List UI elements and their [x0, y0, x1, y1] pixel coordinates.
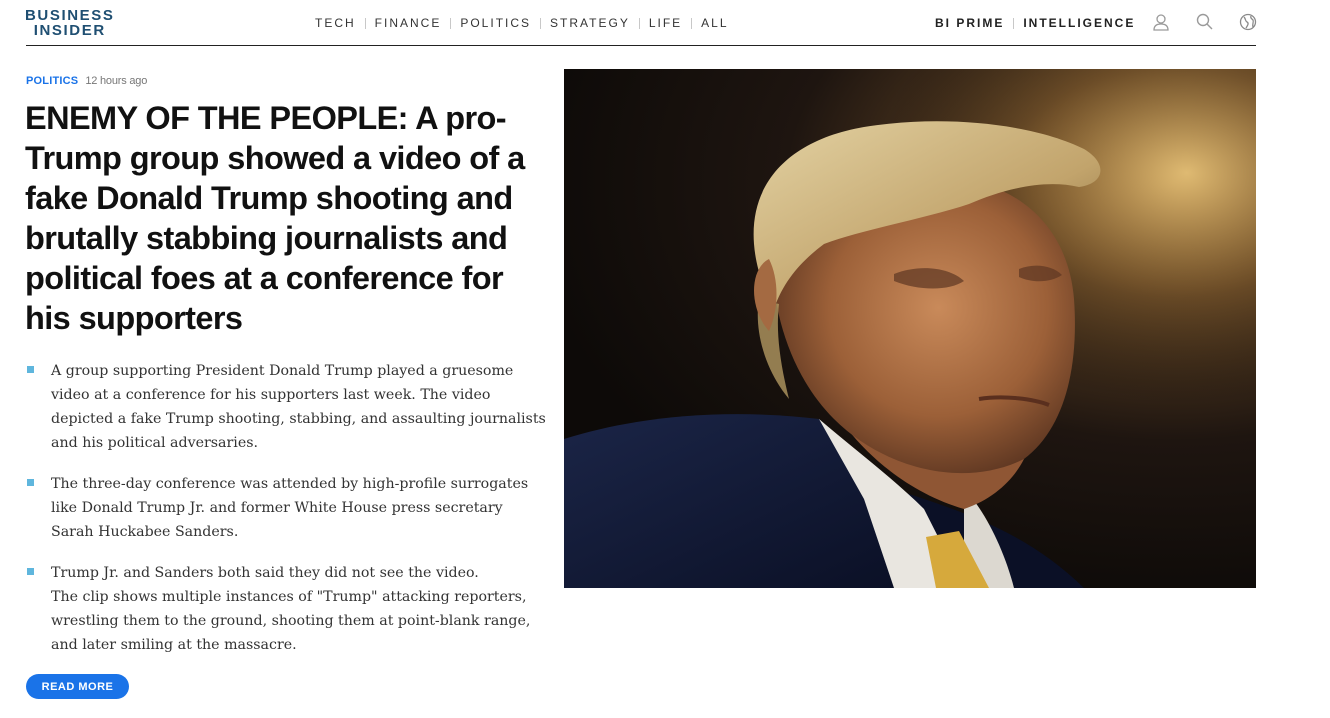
trump-portrait: [564, 69, 1256, 588]
nav-strategy[interactable]: STRATEGY: [550, 16, 630, 30]
site-header: BUSINESS INSIDER TECH FINANCE POLITICS S…: [0, 0, 1330, 47]
nav-divider: [540, 17, 542, 29]
bullet-marker: [27, 568, 34, 575]
category-label[interactable]: POLITICS: [26, 75, 78, 87]
bullet-marker: [27, 479, 34, 486]
nav-divider: [1013, 17, 1015, 29]
logo-line-1: BUSINESS: [25, 7, 115, 24]
logo-line-2: INSIDER: [33, 22, 106, 39]
nav-finance[interactable]: FINANCE: [375, 16, 442, 30]
nav-all[interactable]: ALL: [701, 16, 728, 30]
article-photo[interactable]: [564, 69, 1256, 588]
summary-bullets: A group supporting President Donald Trum…: [26, 359, 546, 674]
section-nav: TECH FINANCE POLITICS STRATEGY LIFE ALL: [315, 16, 729, 30]
nav-politics[interactable]: POLITICS: [460, 16, 531, 30]
globe-icon[interactable]: [1238, 12, 1258, 32]
header-divider: [26, 45, 1256, 46]
premium-nav: BI PRIME INTELLIGENCE: [935, 16, 1135, 30]
timestamp: 12 hours ago: [85, 75, 148, 87]
summary-bullet: The three-day conference was attended by…: [26, 472, 546, 544]
business-insider-logo[interactable]: BUSINESS INSIDER: [25, 8, 115, 38]
search-icon[interactable]: [1195, 12, 1215, 32]
article-meta: POLITICS 12 hours ago: [26, 75, 147, 87]
read-more-button[interactable]: READ MORE: [26, 674, 129, 699]
user-icon[interactable]: [1151, 12, 1171, 32]
nav-intelligence[interactable]: INTELLIGENCE: [1023, 16, 1135, 30]
bullet-text: A group supporting President Donald Trum…: [51, 363, 546, 451]
summary-bullet: A group supporting President Donald Trum…: [26, 359, 546, 455]
article-headline[interactable]: ENEMY OF THE PEOPLE: A pro-Trump group s…: [25, 98, 545, 338]
bullet-marker: [27, 366, 34, 373]
bullet-text: Trump Jr. and Sanders both said they did…: [51, 565, 531, 653]
nav-divider: [691, 17, 693, 29]
nav-life[interactable]: LIFE: [649, 16, 682, 30]
nav-divider: [450, 17, 452, 29]
nav-bi-prime[interactable]: BI PRIME: [935, 16, 1004, 30]
nav-divider: [364, 17, 366, 29]
nav-tech[interactable]: TECH: [315, 16, 356, 30]
summary-bullet: Trump Jr. and Sanders both said they did…: [26, 561, 546, 657]
bullet-text: The three-day conference was attended by…: [51, 476, 529, 540]
nav-divider: [638, 17, 640, 29]
